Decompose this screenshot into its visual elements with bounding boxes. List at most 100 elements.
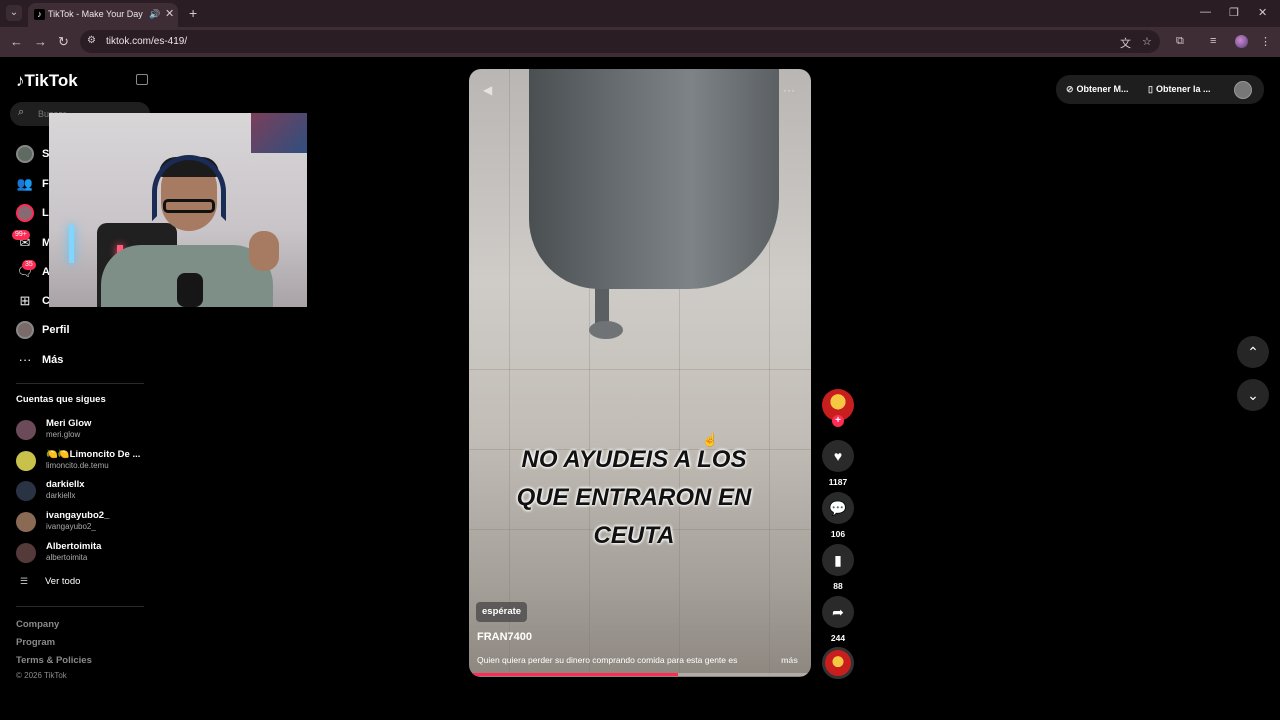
notification-badge: 99+ <box>12 230 30 240</box>
media-control-icon[interactable]: ≡ <box>1210 35 1216 47</box>
following-item[interactable]: ivangayubo2_ ivangayubo2_ <box>16 510 146 536</box>
browser-menu-icon[interactable]: ⋮ <box>1260 35 1271 48</box>
window-close-icon[interactable]: ✕ <box>1258 6 1267 19</box>
copyright: © 2026 TikTok <box>16 671 67 680</box>
reload-icon[interactable]: ↻ <box>58 34 69 50</box>
coin-icon: ⊘ <box>1066 84 1074 94</box>
extensions-icon[interactable]: ⧉ <box>1176 35 1184 48</box>
minimize-icon[interactable]: — <box>1200 6 1211 18</box>
forward-icon[interactable]: → <box>34 34 47 49</box>
following-title: Cuentas que sigues <box>16 394 106 405</box>
address-bar[interactable]: ⚙ tiktok.com/es-419/ 文 ☆ <box>80 30 1160 53</box>
phone-icon: ▯ <box>1148 84 1153 94</box>
more-button[interactable]: más <box>781 655 798 665</box>
sidebar-item-label: F <box>42 178 49 190</box>
like-button[interactable]: ♥ <box>822 440 854 472</box>
search-icon: ⌕ <box>18 106 25 118</box>
get-coins-button[interactable]: ⊘ Obtener M... <box>1066 84 1129 95</box>
following-handle: darkiellx <box>46 491 76 500</box>
following-handle: albertoimita <box>46 553 88 562</box>
share-button[interactable]: ➦ <box>822 596 854 628</box>
footer-link-company[interactable]: Company <box>16 619 59 630</box>
browser-tab[interactable]: ♪ TikTok - Make Your Day 🔊 ✕ <box>28 3 178 27</box>
comment-icon: 💬 <box>829 500 847 516</box>
new-tab-button[interactable]: + <box>189 5 197 21</box>
avatar <box>16 145 34 163</box>
heart-icon: ♥ <box>833 448 843 464</box>
wall-art <box>251 113 307 153</box>
footer-link-program[interactable]: Program <box>16 637 55 648</box>
video-description: Quien quiera perder su dinero comprando … <box>477 655 738 665</box>
browser-tab-bar: ⌄ ♪ TikTok - Make Your Day 🔊 ✕ + — ❐ ✕ <box>0 0 1280 27</box>
tiktok-favicon-icon: ♪ <box>34 9 45 20</box>
tab-close-icon[interactable]: ✕ <box>165 7 174 20</box>
upload-icon: ⊞ <box>19 293 31 308</box>
url-text: tiktok.com/es-419/ <box>106 36 188 47</box>
following-handle: meri.glow <box>46 430 81 439</box>
microphone <box>177 273 203 307</box>
bookmark-star-icon[interactable]: ☆ <box>1142 35 1152 48</box>
following-item[interactable]: Meri Glow meri.glow <box>16 418 146 444</box>
collapse-sidebar-icon[interactable] <box>136 74 148 85</box>
chevron-down-icon: ⌄ <box>1247 387 1259 403</box>
avatar <box>16 321 34 339</box>
previous-video-button[interactable]: ⌃ <box>1237 336 1269 368</box>
led-lamp <box>69 225 74 263</box>
follow-plus-icon[interactable]: + <box>832 415 844 427</box>
user-avatar[interactable] <box>1234 81 1252 99</box>
person-hand <box>249 231 279 271</box>
friends-icon: 👥 <box>16 176 34 191</box>
following-handle: limoncito.de.temu <box>46 461 109 470</box>
video-caption: NO AYUDEIS A LOS QUE ENTRARON EN CEUTA <box>489 441 779 555</box>
pole-base <box>589 321 623 339</box>
avatar <box>16 420 36 440</box>
following-name: 🍋🍋Limoncito De ... <box>46 449 141 460</box>
bookmark-icon: ▮ <box>834 552 842 568</box>
following-item[interactable]: 🍋🍋Limoncito De ... limoncito.de.temu <box>16 449 146 475</box>
mute-icon[interactable]: ◀ <box>483 83 492 97</box>
save-button[interactable]: ▮ <box>822 544 854 576</box>
restore-icon[interactable]: ❐ <box>1229 6 1239 19</box>
save-count: 88 <box>833 581 843 591</box>
comment-count: 106 <box>830 529 846 539</box>
tab-search-button[interactable]: ⌄ <box>6 5 22 21</box>
video-author[interactable]: FRAN7400 <box>477 631 532 643</box>
avatar <box>16 451 36 471</box>
following-item[interactable]: darkiellx darkiellx <box>16 479 146 505</box>
share-count: 244 <box>830 633 846 643</box>
next-video-button[interactable]: ⌄ <box>1237 379 1269 411</box>
video-menu-icon[interactable]: ··· <box>783 83 795 97</box>
back-icon[interactable]: ← <box>10 34 23 49</box>
following-name: Meri Glow <box>46 418 92 429</box>
tab-title: TikTok - Make Your Day <box>48 9 143 19</box>
browser-profile-avatar[interactable] <box>1235 35 1248 48</box>
get-app-pill: ⊘ Obtener M... ▯ Obtener la ... <box>1056 75 1264 104</box>
sidebar-item-label: Perfil <box>42 324 70 336</box>
site-info-icon[interactable]: ⚙ <box>87 35 96 46</box>
following-name: Albertoimita <box>46 541 102 552</box>
sidebar-item-label: Más <box>42 354 64 366</box>
avatar <box>16 481 36 501</box>
following-name: darkiellx <box>46 479 85 490</box>
caption-line: QUE ENTRARON EN <box>516 484 752 511</box>
caption-line: NO AYUDEIS A LOS <box>521 446 747 473</box>
following-item[interactable]: Albertoimita albertoimita <box>16 541 146 567</box>
tab-audio-icon[interactable]: 🔊 <box>149 9 160 20</box>
tiktok-note-icon: ♪ <box>16 71 25 90</box>
divider <box>16 606 144 607</box>
translate-icon[interactable]: 文 <box>1120 35 1131 51</box>
divider <box>16 383 144 384</box>
more-dots-icon: ··· <box>18 352 32 367</box>
video-progress-bar[interactable] <box>469 673 811 676</box>
footer-link-terms[interactable]: Terms & Policies <box>16 655 92 666</box>
tiktok-logo[interactable]: ♪TikTok <box>16 71 78 91</box>
comment-button[interactable]: 💬 <box>822 492 854 524</box>
caption-line: CEUTA <box>593 522 675 549</box>
music-disc-avatar[interactable] <box>822 647 854 679</box>
browser-toolbar: ← → ↻ ⚙ tiktok.com/es-419/ 文 ☆ ⧉ ≡ ⋮ <box>0 27 1280 57</box>
get-app-button[interactable]: ▯ Obtener la ... <box>1148 84 1210 95</box>
avatar <box>16 512 36 532</box>
live-icon <box>16 204 34 222</box>
video-player[interactable]: ◀ ··· NO AYUDEIS A LOS QUE ENTRARON EN C… <box>469 69 811 677</box>
sticker-chip[interactable]: espérate <box>476 602 528 622</box>
